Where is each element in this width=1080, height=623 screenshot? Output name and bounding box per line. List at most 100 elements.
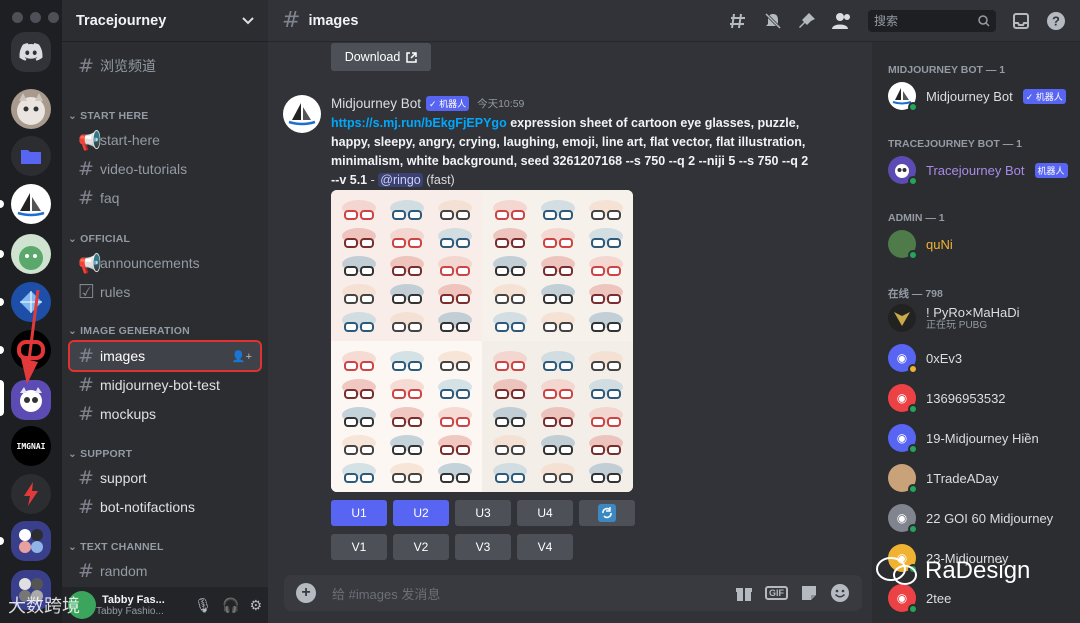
user-mention[interactable]: @ringo — [378, 173, 423, 187]
glasses-lens-shape — [591, 266, 605, 276]
gif-icon[interactable]: GIF — [765, 586, 788, 600]
discord-home-icon[interactable] — [11, 32, 51, 72]
glasses-lens-shape — [456, 266, 470, 276]
mute-mic-icon[interactable]: 🎙 — [194, 597, 212, 614]
close-window-button[interactable] — [12, 12, 23, 23]
message-author[interactable]: Midjourney Bot — [331, 96, 421, 111]
category-image-generation[interactable]: ⌄ IMAGE GENERATION — [68, 325, 190, 337]
channel-faq[interactable]: # faq — [70, 184, 260, 212]
message-composer[interactable]: + 给 #images 发消息 GIF — [284, 575, 862, 611]
member-group-title: MIDJOURNEY BOT — 1 — [888, 64, 1006, 76]
category-support[interactable]: ⌄ SUPPORT — [68, 448, 132, 460]
member-item[interactable]: ◉ 22 GOI 60 Midjourney — [888, 504, 1053, 534]
glasses-lens-shape — [440, 266, 454, 276]
glasses-lens-shape — [511, 361, 525, 371]
browse-channels[interactable]: # 浏览频道 — [70, 52, 260, 80]
channel-mockups[interactable]: # mockups — [70, 400, 260, 428]
channel-midjourney-bot-test[interactable]: # midjourney-bot-test — [70, 371, 260, 399]
server-bolt-icon[interactable] — [11, 474, 51, 514]
member-item[interactable]: ◉ 0xEv3 — [888, 344, 962, 374]
search-input[interactable]: 搜索 — [868, 9, 996, 32]
member-item[interactable]: ◉ 2tee — [888, 584, 951, 614]
inbox-icon[interactable] — [1012, 12, 1030, 30]
member-item[interactable]: ◉ 13696953532 — [888, 384, 1006, 414]
generated-image-grid[interactable] — [331, 190, 633, 492]
glasses-lens-shape — [456, 417, 470, 427]
channel-announcements[interactable]: 📢 announcements — [70, 249, 260, 277]
pin-icon[interactable] — [798, 12, 816, 30]
member-list-icon[interactable] — [832, 12, 852, 30]
glasses-lens-shape — [543, 238, 557, 248]
glasses-lens-shape — [511, 294, 525, 304]
glasses-lens-shape — [543, 210, 557, 220]
notification-muted-icon[interactable] — [764, 12, 782, 30]
download-button[interactable]: Download — [331, 43, 431, 71]
member-item[interactable]: quNi — [888, 230, 953, 260]
emoji-icon[interactable] — [830, 583, 850, 603]
settings-gear-icon[interactable]: ⚙ — [249, 597, 262, 614]
guild-header[interactable]: Tracejourney — [62, 0, 268, 42]
member-name: 19-Midjourney Hiền — [926, 430, 1039, 446]
category-official[interactable]: ⌄ OFFICIAL — [68, 233, 130, 245]
channel-label: faq — [100, 190, 120, 206]
avatar[interactable] — [283, 95, 321, 133]
minimize-window-button[interactable] — [30, 12, 41, 23]
server-midjourney-icon[interactable] — [11, 184, 51, 224]
category-label: IMAGE GENERATION — [80, 325, 190, 337]
glasses-lens-shape — [392, 361, 406, 371]
add-attachment-icon[interactable]: + — [296, 583, 316, 603]
channel-bot-notifactions[interactable]: # bot-notifactions — [70, 493, 260, 521]
server-folder-group1-icon[interactable] — [11, 521, 51, 561]
channel-start-here[interactable]: 📢 start-here — [70, 126, 260, 154]
help-icon[interactable]: ? — [1046, 11, 1066, 31]
hash-icon: # — [282, 8, 301, 33]
member-item[interactable]: Tracejourney Bot 机器人 — [888, 156, 1068, 186]
category-text-channel[interactable]: ⌄ TEXT CHANNEL — [68, 541, 164, 553]
add-member-icon[interactable]: 👤+ — [232, 350, 252, 363]
download-label: Download — [344, 50, 401, 64]
deafen-icon[interactable]: 🎧 — [222, 597, 239, 614]
upscale-2-button[interactable]: U2 — [393, 500, 449, 526]
server-imgnai-icon[interactable]: IMGNAI — [11, 426, 51, 466]
variation-1-button[interactable]: V1 — [331, 534, 387, 560]
online-status — [908, 102, 918, 112]
member-item[interactable]: ! PyRo×MaHaDi 正在玩 PUBG — [888, 304, 1020, 332]
channel-random[interactable]: # random — [70, 557, 260, 585]
mask-avatar-icon — [894, 312, 910, 326]
prompt-link[interactable]: https://s.mj.run/bEkgFjEPYgo — [331, 116, 507, 130]
rules-icon: ☑ — [78, 281, 96, 303]
watermark-left: 大数跨境 — [8, 596, 80, 616]
announcement-icon: 📢 — [78, 252, 102, 275]
upscale-3-button[interactable]: U3 — [455, 500, 511, 526]
user-name: Tabby Fas... — [102, 593, 165, 606]
channel-images[interactable]: # images 👤+ — [68, 340, 262, 372]
channel-video-tutorials[interactable]: # video-tutorials — [70, 155, 260, 183]
channel-support[interactable]: # support — [70, 464, 260, 492]
refresh-icon — [598, 504, 616, 522]
variation-3-button[interactable]: V3 — [455, 534, 511, 560]
online-status — [908, 484, 918, 494]
reroll-button[interactable] — [579, 500, 635, 526]
member-item[interactable]: ◉ 19-Midjourney Hiền — [888, 424, 1039, 454]
glasses-lens-shape — [408, 445, 422, 455]
variation-4-button[interactable]: V4 — [517, 534, 573, 560]
server-green-bot-icon[interactable] — [11, 234, 51, 274]
channel-rules[interactable]: ☑ rules — [70, 278, 260, 306]
upscale-1-button[interactable]: U1 — [331, 500, 387, 526]
member-item[interactable]: 1TradeADay — [888, 464, 999, 494]
server-cat-icon[interactable] — [11, 89, 51, 129]
category-start-here[interactable]: ⌄ START HERE — [68, 110, 148, 122]
glasses-lens-shape — [511, 210, 525, 220]
folder-icon[interactable] — [11, 136, 51, 176]
upscale-4-button[interactable]: U4 — [517, 500, 573, 526]
gift-icon[interactable] — [735, 584, 753, 602]
sticker-icon[interactable] — [800, 584, 818, 602]
zoom-window-button[interactable] — [48, 12, 59, 23]
member-item[interactable]: Midjourney Bot ✓ 机器人 — [888, 82, 1066, 112]
glasses-lens-shape — [559, 473, 573, 483]
message-input[interactable]: 给 #images 发消息 — [332, 584, 440, 603]
hash-icon: # — [78, 496, 94, 518]
glasses-lens-shape — [408, 238, 422, 248]
variation-2-button[interactable]: V2 — [393, 534, 449, 560]
threads-icon[interactable] — [730, 12, 748, 30]
